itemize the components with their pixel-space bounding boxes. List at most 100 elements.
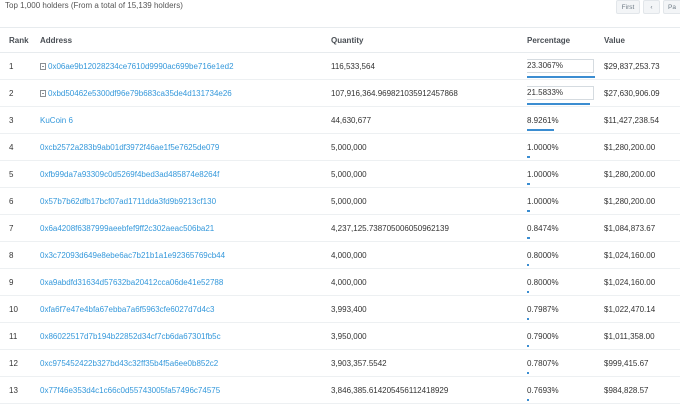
contract-file-icon (40, 62, 46, 70)
column-header-address[interactable]: Address (40, 27, 331, 53)
table-row: 4 0xcb2572a283b9ab01df3972f46ae1f5e7625de… (0, 133, 680, 161)
value-cell: $999,415.67 (604, 349, 680, 377)
rank-cell: 5 (0, 160, 40, 188)
percentage-cell: 0.7807% (527, 349, 604, 377)
percentage-text: 21.5833% (527, 88, 564, 97)
percentage-bar (527, 371, 530, 374)
address-cell: 0x6a4208f6387999aeebfef9ff2c302aeac506ba… (40, 214, 331, 242)
percentage-bar (527, 128, 554, 131)
holder-address-link[interactable]: 0xfb99da7a93309c0d5269f4bed3ad485874e826… (40, 170, 219, 179)
pager-prev-button[interactable]: ‹ (643, 0, 660, 14)
holder-address-link[interactable]: 0x06ae9b12028234ce7610d9990ac699be716e1e… (48, 62, 234, 71)
table-row: 7 0x6a4208f6387999aeebfef9ff2c302aeac506b… (0, 214, 680, 242)
holder-address-link[interactable]: 0xfa6f7e47e4bfa67ebba7a6f5963cfe6027d7d4… (40, 305, 214, 314)
rank-cell: 1 (0, 52, 40, 80)
table-row: 5 0xfb99da7a93309c0d5269f4bed3ad485874e82… (0, 160, 680, 188)
quantity-cell: 5,000,000 (331, 187, 527, 215)
quantity-cell: 5,000,000 (331, 160, 527, 188)
percentage-bar (527, 398, 530, 401)
percentage-display: 0.8000% (527, 250, 604, 266)
value-cell: $1,024,160.00 (604, 241, 680, 269)
percentage-display: 0.8474% (527, 224, 604, 239)
rank-cell: 7 (0, 214, 40, 242)
column-header-rank[interactable]: Rank (0, 27, 40, 53)
holder-address-link[interactable]: 0xbd50462e5300df96e79b683ca35de4d131734e… (48, 89, 232, 98)
rank-cell: 2 (0, 79, 40, 107)
holder-address-link[interactable]: 0x6a4208f6387999aeebfef9ff2c302aeac506ba… (40, 224, 214, 233)
rank-cell: 8 (0, 241, 40, 269)
percentage-cell: 0.8000% (527, 268, 604, 296)
address-cell: 0x57b7b62dfb17bcf07ad1711dda3fd9b9213cf1… (40, 187, 331, 215)
quantity-cell: 107,916,364.969821035912457868 (331, 79, 527, 107)
percentage-bar (527, 290, 530, 293)
address-cell: 0xbd50462e5300df96e79b683ca35de4d131734e… (40, 79, 331, 107)
percentage-text: 23.3067% (527, 61, 564, 70)
holder-address-link[interactable]: KuCoin 6 (40, 116, 73, 125)
column-header-quantity[interactable]: Quantity (331, 27, 527, 53)
percentage-display: 8.9261% (527, 116, 604, 131)
table-row: 13 0x77f46e353d4c1c66c0d55743005fa57496c7… (0, 376, 680, 404)
holder-address-link[interactable]: 0x86022517d7b194b22852d34cf7cb6da67301fb… (40, 332, 221, 341)
quantity-cell: 3,993,400 (331, 295, 527, 323)
percentage-display: 0.7693% (527, 385, 604, 401)
contract-file-icon (40, 89, 46, 97)
value-cell: $27,630,906.09 (604, 79, 680, 107)
percentage-bar (527, 155, 530, 158)
address-cell: 0x77f46e353d4c1c66c0d55743005fa57496c745… (40, 376, 331, 404)
value-cell: $1,280,200.00 (604, 187, 680, 215)
address-cell: 0xa9abdfd31634d57632ba20412cca06de41e527… (40, 268, 331, 296)
table-row: 2 0xbd50462e5300df96e79b683ca35de4d131734… (0, 79, 680, 107)
percentage-bar (527, 76, 595, 78)
percentage-cell: 1.0000% (527, 187, 604, 215)
rank-cell: 3 (0, 106, 40, 134)
table-row: 1 0x06ae9b12028234ce7610d9990ac699be716e1… (0, 52, 680, 80)
percentage-cell: 0.7693% (527, 376, 604, 404)
percentage-display: 23.3067% (527, 59, 595, 78)
holder-address-link[interactable]: 0x77f46e353d4c1c66c0d55743005fa57496c745… (40, 386, 220, 395)
holder-address-link[interactable]: 0xc975452422b327bd43c32ff35b4f5a6ee0b852… (40, 359, 218, 368)
address-cell: 0x06ae9b12028234ce7610d9990ac699be716e1e… (40, 52, 331, 80)
quantity-cell: 44,630,677 (331, 106, 527, 134)
table-row: 8 0x3c72093d649e8ebe6ac7b21b1a1e92365769c… (0, 241, 680, 269)
percentage-text: 0.7900% (527, 331, 559, 341)
rank-cell: 6 (0, 187, 40, 215)
percentage-cell: 0.8474% (527, 214, 604, 242)
percentage-bar (527, 344, 530, 347)
holder-address-link[interactable]: 0xcb2572a283b9ab01df3972f46ae1f5e7625de0… (40, 143, 219, 152)
address-cell: 0x3c72093d649e8ebe6ac7b21b1a1e92365769cb… (40, 241, 331, 269)
pager-next-button[interactable]: Pa (663, 0, 680, 14)
percentage-text: 0.8000% (527, 250, 559, 260)
address-cell: 0xfa6f7e47e4bfa67ebba7a6f5963cfe6027d7d4… (40, 295, 331, 323)
quantity-cell: 3,903,357.5542 (331, 349, 527, 377)
value-cell: $1,024,160.00 (604, 268, 680, 296)
table-row: 9 0xa9abdfd31634d57632ba20412cca06de41e52… (0, 268, 680, 296)
percentage-display: 0.7987% (527, 305, 604, 320)
percentage-display: 0.7900% (527, 331, 604, 347)
column-header-value[interactable]: Value (604, 27, 680, 53)
address-cell: 0x86022517d7b194b22852d34cf7cb6da67301fb… (40, 322, 331, 350)
column-header-percentage[interactable]: Percentage (527, 27, 604, 53)
table-row: 10 0xfa6f7e47e4bfa67ebba7a6f5963cfe6027d7… (0, 295, 680, 323)
percentage-bar (527, 182, 530, 185)
percentage-cell: 0.7987% (527, 295, 604, 323)
holder-address-link[interactable]: 0x57b7b62dfb17bcf07ad1711dda3fd9b9213cf1… (40, 197, 216, 206)
percentage-cell: 0.7900% (527, 322, 604, 350)
rank-cell: 10 (0, 295, 40, 323)
quantity-cell: 4,000,000 (331, 268, 527, 296)
percentage-cell: 1.0000% (527, 160, 604, 188)
quantity-cell: 116,533,564 (331, 52, 527, 80)
quantity-cell: 4,000,000 (331, 241, 527, 269)
value-cell: $984,828.57 (604, 376, 680, 404)
percentage-display: 1.0000% (527, 170, 604, 185)
holder-address-link[interactable]: 0xa9abdfd31634d57632ba20412cca06de41e527… (40, 278, 223, 287)
quantity-cell: 4,237,125.738705006050962139 (331, 214, 527, 242)
percentage-bar (527, 317, 530, 320)
rank-cell: 9 (0, 268, 40, 296)
pager-first-button[interactable]: First (616, 0, 640, 14)
percentage-text: 0.7693% (527, 385, 559, 395)
address-cell: 0xfb99da7a93309c0d5269f4bed3ad485874e826… (40, 160, 331, 188)
percentage-cell: 0.8000% (527, 241, 604, 269)
percentage-cell: 21.5833% (527, 79, 604, 107)
quantity-cell: 3,846,385.614205456112418929 (331, 376, 527, 404)
holder-address-link[interactable]: 0x3c72093d649e8ebe6ac7b21b1a1e92365769cb… (40, 251, 225, 260)
